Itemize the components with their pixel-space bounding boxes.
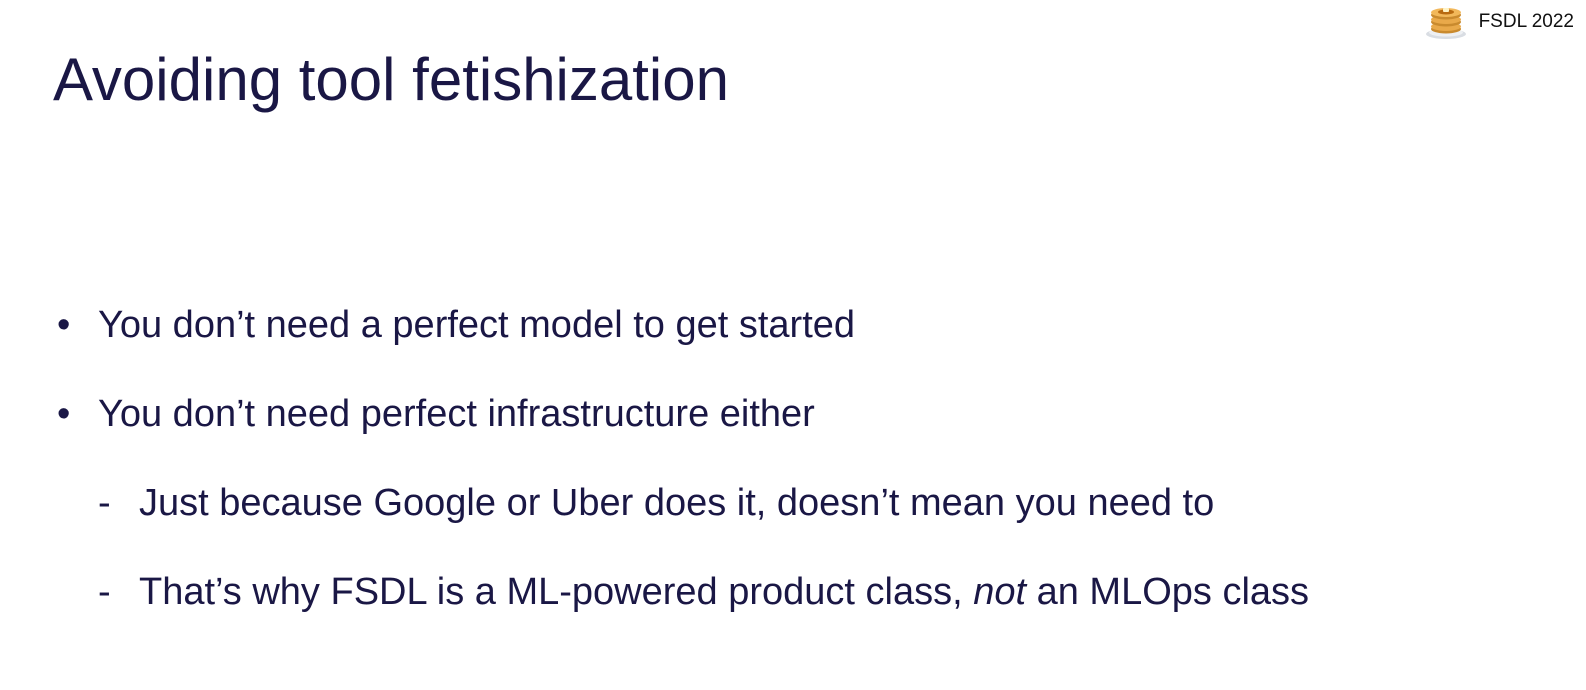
bullet-text: You don’t need perfect infrastructure ei… [98,393,815,435]
sub-bullet-text-before: That’s why FSDL is a ML-powered product … [139,571,974,613]
sub-bullet-text-after: an MLOps class [1026,571,1310,613]
bullet-item: • You don’t need a perfect model to get … [57,303,856,347]
sub-bullet-emphasis: not [973,571,1027,613]
bullet-text: You don’t need a perfect model to get st… [98,304,856,346]
sub-bullet-marker: - [98,482,111,524]
sub-bullet-item: - Just because Google or Uber does it, d… [98,481,1215,525]
pancake-stack-icon [1425,8,1466,39]
slide-title: Avoiding tool fetishization [53,46,729,113]
bullet-marker: • [57,304,71,346]
bullet-marker: • [57,393,71,435]
slide: FSDL 2022 Avoiding tool fetishization • … [0,0,1586,690]
sub-bullet-item: - That’s why FSDL is a ML-powered produc… [98,570,1310,614]
brand-badge: FSDL 2022 [1425,4,1574,40]
sub-bullet-marker: - [98,571,111,613]
brand-label: FSDL 2022 [1478,11,1574,32]
sub-bullet-text: Just because Google or Uber does it, doe… [139,482,1215,524]
bullet-item: • You don’t need perfect infrastructure … [57,392,815,436]
